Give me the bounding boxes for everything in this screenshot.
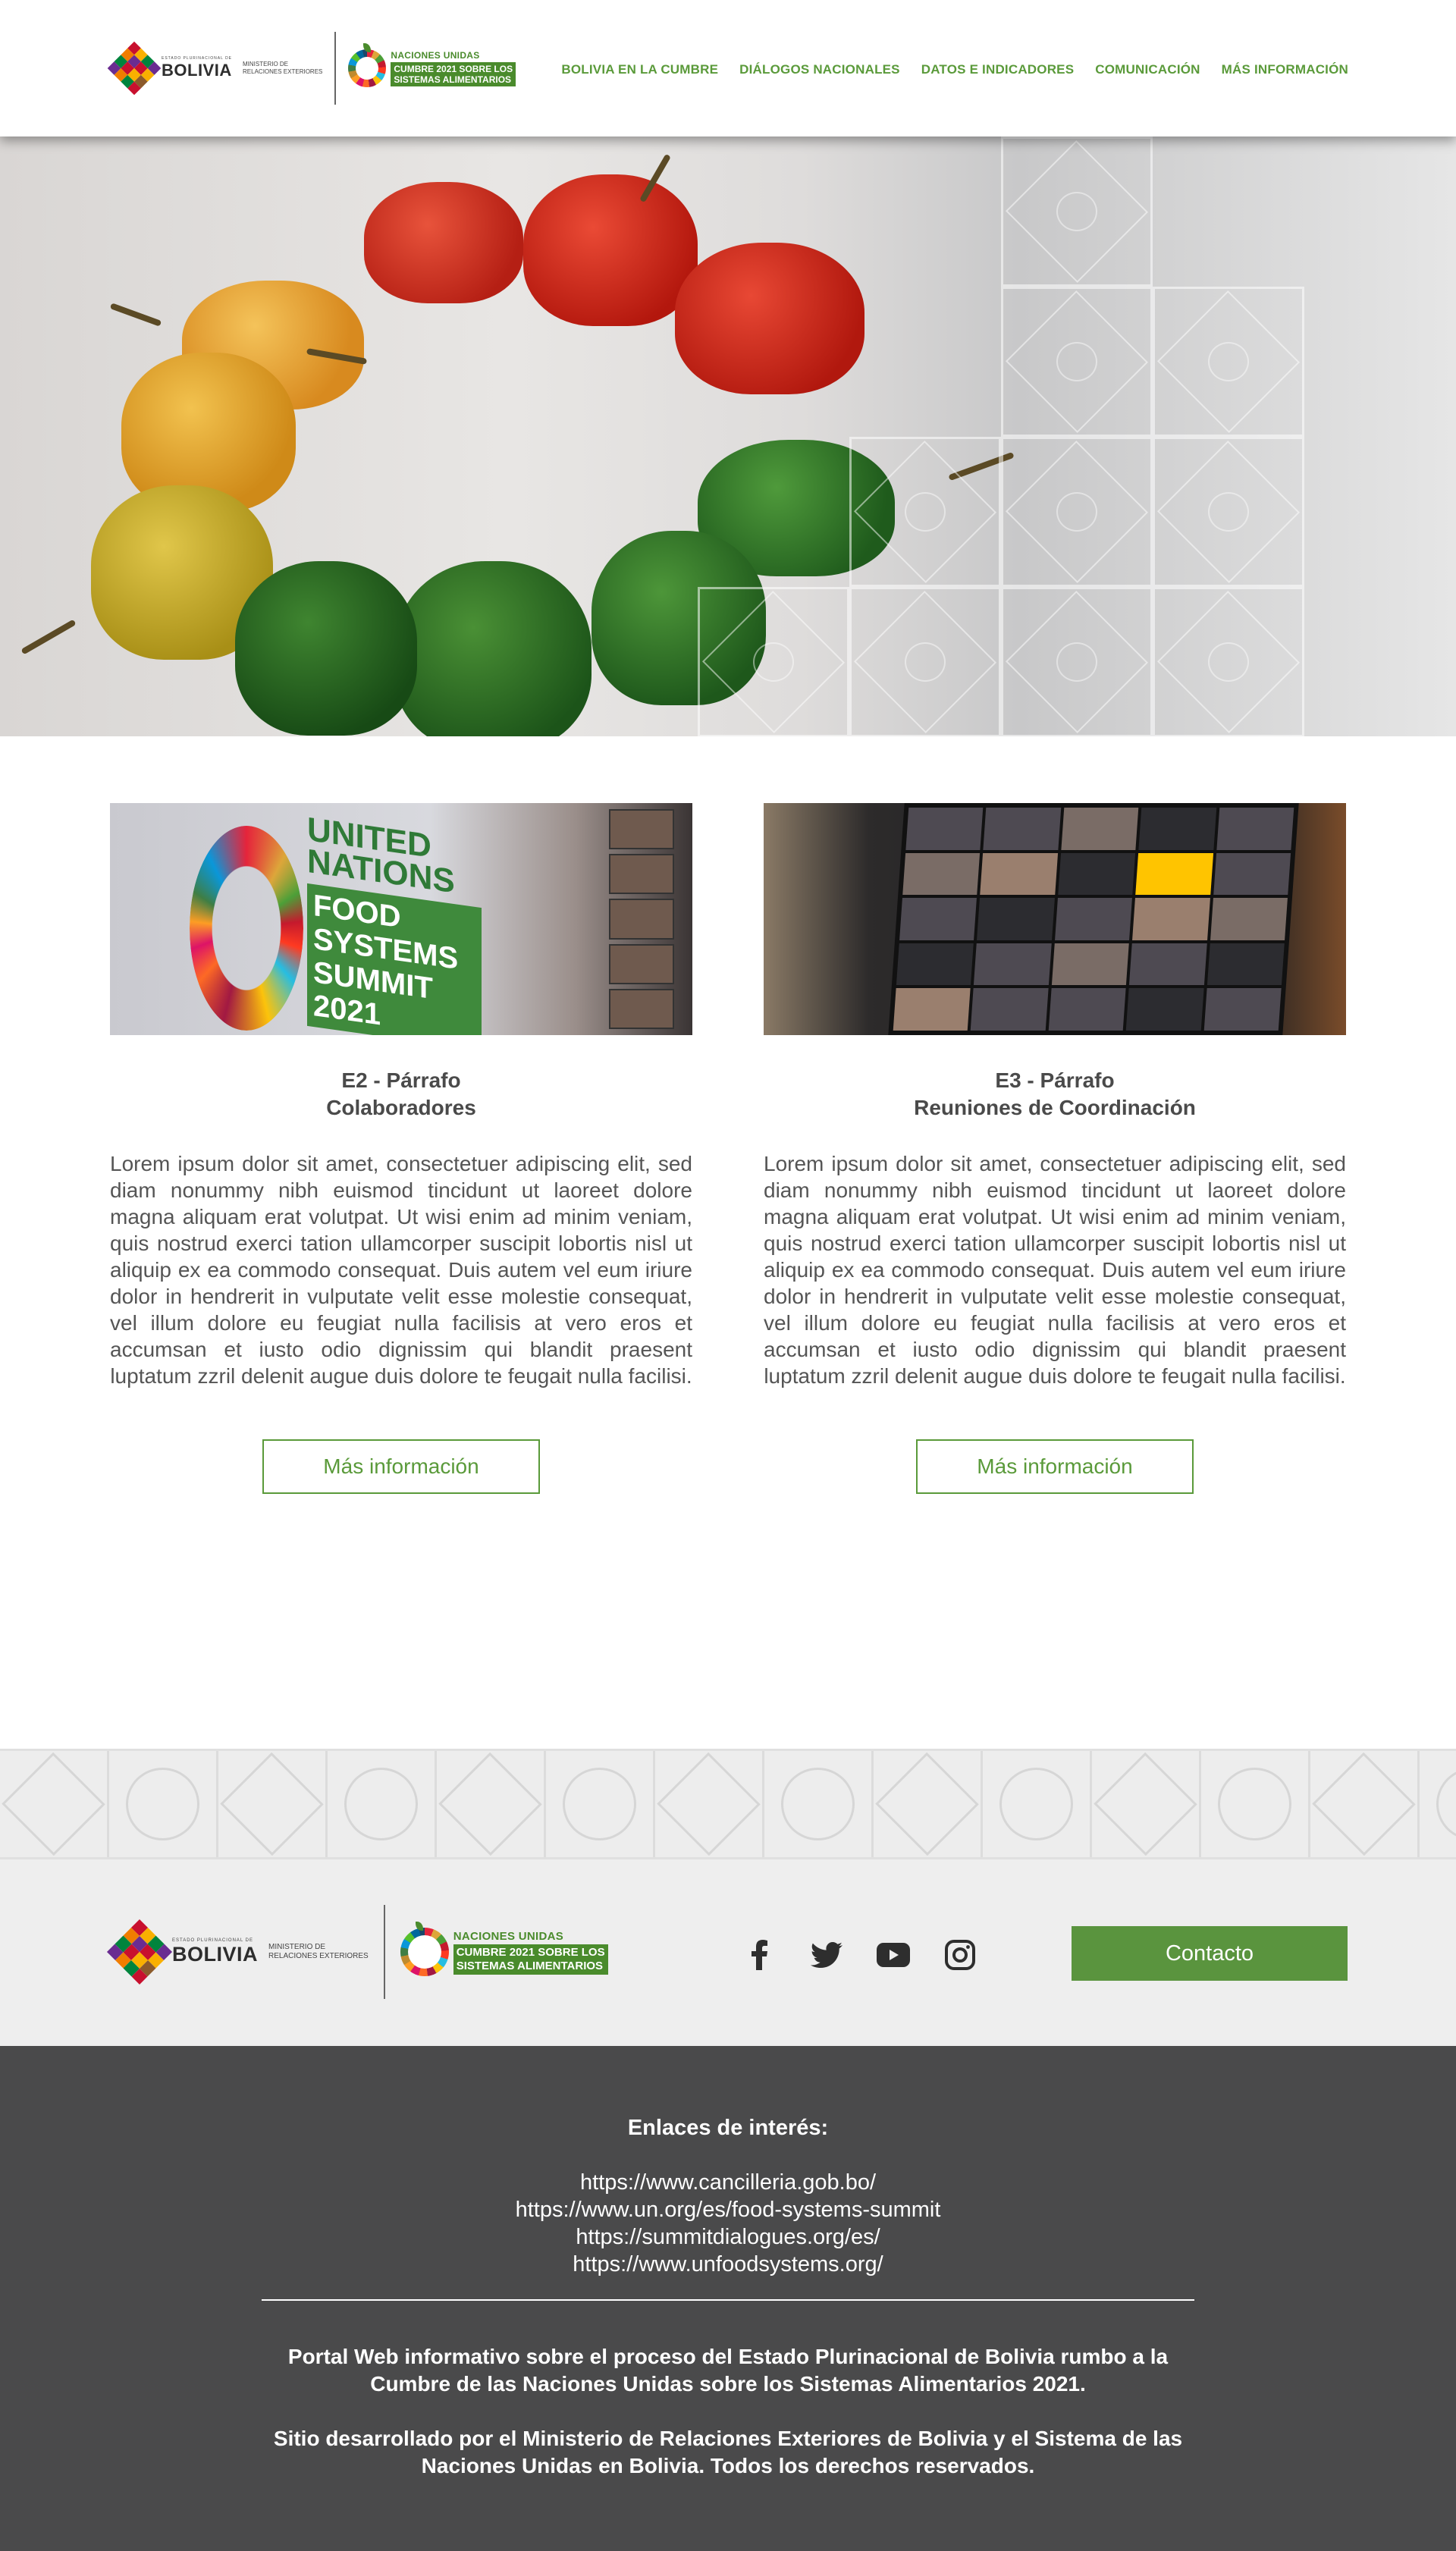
content-cards: UNITED NATIONS FOOD SYSTEMS SUMMIT 2021 … xyxy=(0,736,1456,1749)
bolivia-emblem-icon xyxy=(107,41,162,96)
link-un-food-systems-summit[interactable]: https://www.un.org/es/food-systems-summi… xyxy=(516,2196,941,2223)
header-logos[interactable]: ESTADO PLURINACIONAL DE BOLIVIA MINISTER… xyxy=(107,30,516,106)
pepper-shape xyxy=(235,561,417,736)
footer-logos[interactable]: ESTADO PLURINACIONAL DE BOLIVIA MINISTER… xyxy=(106,1905,608,1999)
un-logo-line1: NACIONES UNIDAS xyxy=(391,50,480,61)
card-colaboradores: UNITED NATIONS FOOD SYSTEMS SUMMIT 2021 … xyxy=(110,803,692,1749)
link-cancilleria[interactable]: https://www.cancilleria.gob.bo/ xyxy=(580,2169,876,2196)
link-summit-dialogues[interactable]: https://summitdialogues.org/es/ xyxy=(576,2223,880,2251)
video-call-grid xyxy=(888,803,1299,1035)
andean-pattern-overlay xyxy=(698,136,1304,736)
link-unfoodsystems[interactable]: https://www.unfoodsystems.org/ xyxy=(573,2251,883,2278)
bolivia-logo[interactable]: ESTADO PLURINACIONAL DE BOLIVIA MINISTER… xyxy=(106,1919,369,1985)
sdg-wheel-icon xyxy=(348,43,387,87)
un-logo-box: CUMBRE 2021 SOBRE LOS SISTEMAS ALIMENTAR… xyxy=(391,62,516,86)
card-body-text: Lorem ipsum dolor sit amet, consectetuer… xyxy=(110,1152,692,1388)
links-list: https://www.cancilleria.gob.bo/ https://… xyxy=(0,2169,1456,2278)
andean-pattern-strip xyxy=(0,1749,1456,1859)
card-title: E3 - Párrafo Reuniones de Coordinación xyxy=(914,1068,1196,1119)
nav-mas-informacion[interactable]: MÁS INFORMACIÓN xyxy=(1222,62,1348,77)
youtube-icon[interactable] xyxy=(877,1938,910,1972)
pepper-shape xyxy=(394,561,592,736)
copyright-text: Sitio desarrollado por el Ministerio de … xyxy=(273,2427,1183,2477)
bolivia-logo-text: BOLIVIA xyxy=(162,61,232,80)
more-info-button[interactable]: Más información xyxy=(262,1439,540,1494)
main-nav: BOLIVIA EN LA CUMBRE DIÁLOGOS NACIONALES… xyxy=(561,62,1348,77)
card-body-text: Lorem ipsum dolor sit amet, consectetuer… xyxy=(764,1152,1346,1388)
card-image-video-meeting xyxy=(764,803,1346,1035)
nav-bolivia-en-la-cumbre[interactable]: BOLIVIA EN LA CUMBRE xyxy=(561,62,718,77)
instagram-icon[interactable] xyxy=(943,1938,977,1972)
pepper-stem xyxy=(20,619,77,655)
social-links xyxy=(743,1938,977,1972)
sdg-ring-icon xyxy=(190,826,303,1031)
nav-datos-e-indicadores[interactable]: DATOS E INDICADORES xyxy=(921,62,1075,77)
links-title: Enlaces de interés: xyxy=(627,2116,829,2140)
logo-divider xyxy=(383,1905,385,1999)
sdg-wheel-icon xyxy=(400,1922,449,1976)
contact-button[interactable]: Contacto xyxy=(1072,1926,1348,1981)
facebook-icon[interactable] xyxy=(743,1938,777,1972)
un-summit-logo[interactable]: NACIONES UNIDAS CUMBRE 2021 SOBRE LOS SI… xyxy=(348,43,516,87)
pepper-shape xyxy=(364,182,523,303)
ministry-name: MINISTERIO DE RELACIONES EXTERIORES xyxy=(243,61,323,75)
card-title: E2 - Párrafo Colaboradores xyxy=(326,1068,476,1119)
twitter-icon[interactable] xyxy=(810,1938,843,1972)
nav-dialogos-nacionales[interactable]: DIÁLOGOS NACIONALES xyxy=(739,62,900,77)
logo-divider xyxy=(334,32,337,105)
more-info-button[interactable]: Más información xyxy=(916,1439,1194,1494)
pepper-shape xyxy=(523,174,698,326)
video-thumbnails xyxy=(609,809,674,1030)
site-header: ESTADO PLURINACIONAL DE BOLIVIA MINISTER… xyxy=(0,0,1456,136)
footer-top: ESTADO PLURINACIONAL DE BOLIVIA MINISTER… xyxy=(0,1859,1456,2046)
footer-divider xyxy=(262,2299,1194,2301)
summit-sign: UNITED NATIONS FOOD SYSTEMS SUMMIT 2021 xyxy=(307,811,482,1035)
card-image-food-systems-summit: UNITED NATIONS FOOD SYSTEMS SUMMIT 2021 xyxy=(110,803,692,1035)
bolivia-logo[interactable]: ESTADO PLURINACIONAL DE BOLIVIA MINISTER… xyxy=(107,41,323,96)
footer-bottom: Enlaces de interés: https://www.cancille… xyxy=(0,2046,1456,2551)
card-reuniones-coordinacion: E3 - Párrafo Reuniones de Coordinación L… xyxy=(764,803,1346,1749)
pepper-stem xyxy=(109,303,162,327)
portal-description: Portal Web informativo sobre el proceso … xyxy=(287,2345,1169,2396)
un-summit-logo[interactable]: NACIONES UNIDAS CUMBRE 2021 SOBRE LOS SI… xyxy=(400,1922,608,1976)
bolivia-emblem-icon xyxy=(106,1919,173,1985)
hero-banner-image xyxy=(0,136,1456,736)
nav-comunicacion[interactable]: COMUNICACIÓN xyxy=(1095,62,1200,77)
